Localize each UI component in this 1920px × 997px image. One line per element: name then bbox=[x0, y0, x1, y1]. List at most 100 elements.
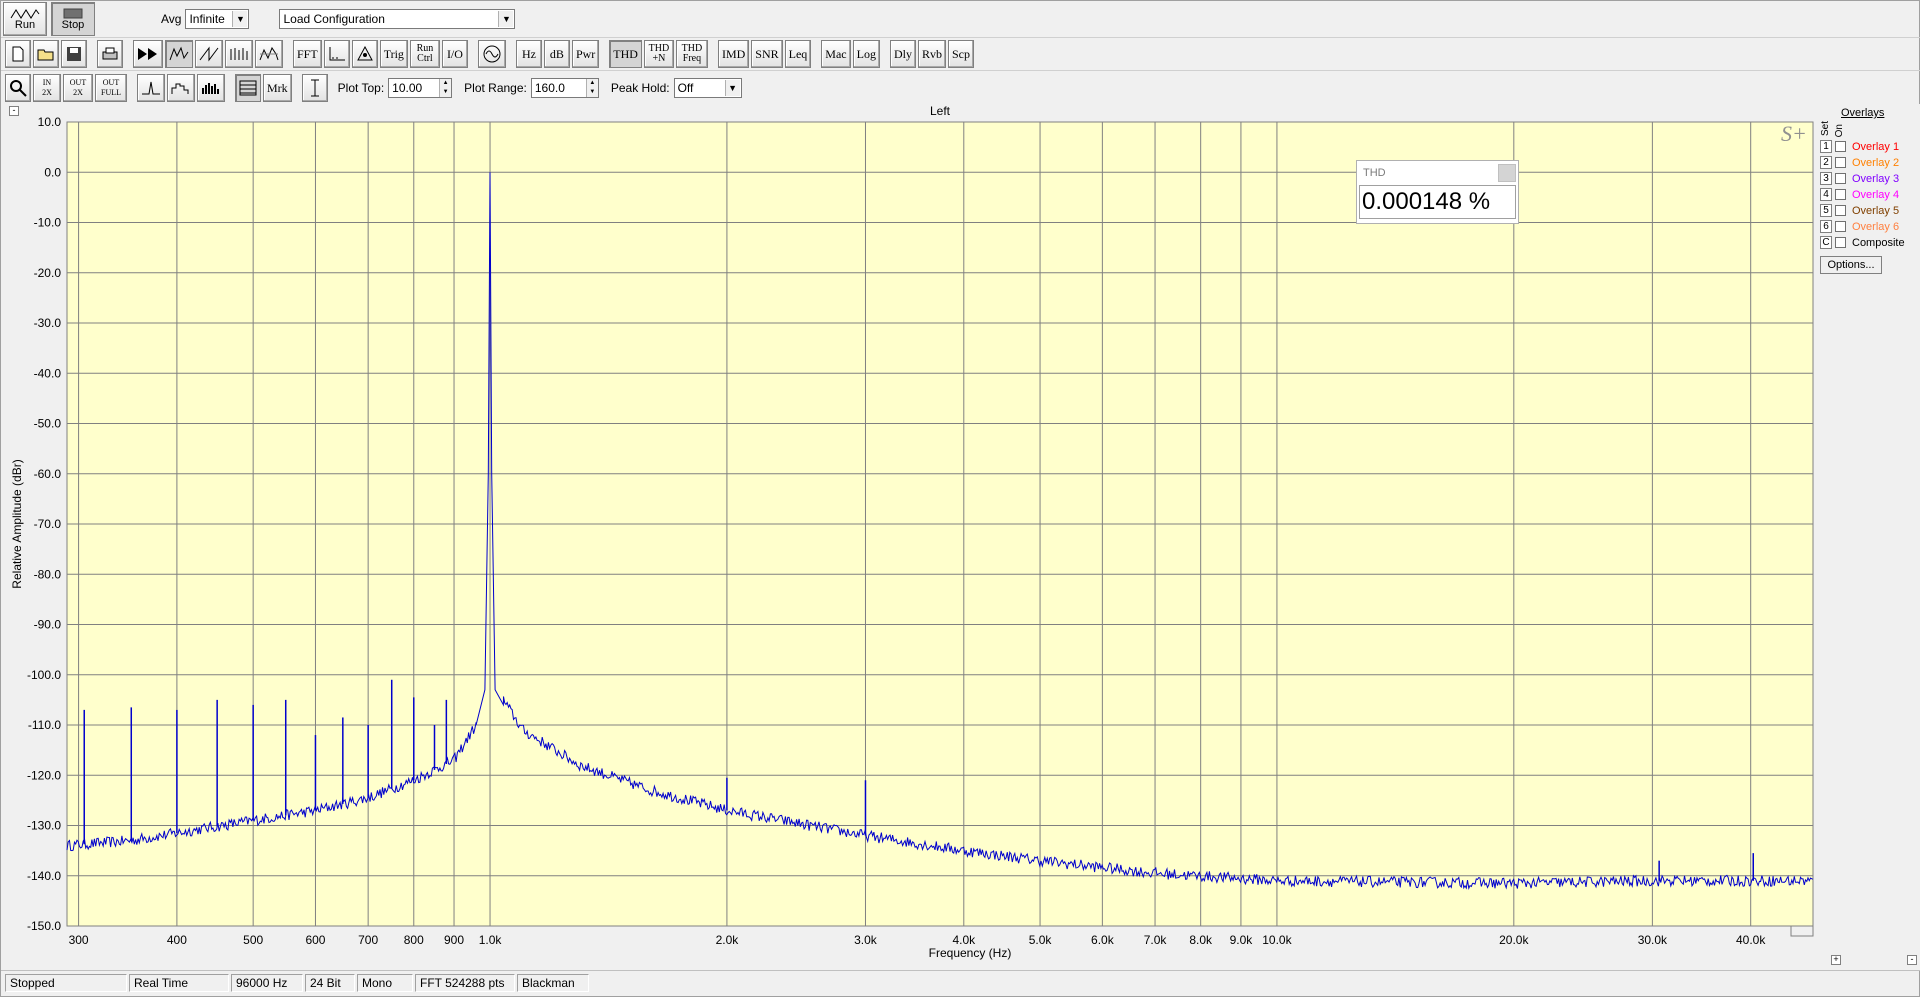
zoom-out-2x-button[interactable]: OUT 2X bbox=[63, 73, 93, 102]
fast-forward-icon bbox=[138, 48, 157, 60]
expand-icon[interactable]: + bbox=[1831, 955, 1841, 965]
options-button[interactable]: Options... bbox=[1820, 256, 1882, 274]
hz-label: Hz bbox=[521, 47, 536, 61]
view-toolbar: IN 2X OUT 2X OUT FULL Mrk Plot Top: 10.0… bbox=[1, 70, 1920, 104]
spectrum-plot[interactable]: 300 400 500 600 700 800 900 1.0k 2.0k 3.0k 4.0k 5.0… bbox=[1, 104, 1817, 970]
zoom-in-2x-button[interactable]: IN 2X bbox=[33, 73, 61, 102]
line-mode-button[interactable] bbox=[137, 73, 165, 102]
x-tick-label: 700 bbox=[358, 933, 378, 947]
peak-hold-label: Peak Hold: bbox=[610, 80, 670, 95]
thdn-button[interactable]: THD +N bbox=[643, 40, 674, 68]
x-tick-label: 7.0k bbox=[1144, 933, 1168, 947]
x-tick-label: 30.0k bbox=[1638, 933, 1668, 947]
status-bar: Stopped Real Time 96000 Hz 24 Bit Mono F… bbox=[1, 970, 1920, 994]
generator-button[interactable] bbox=[477, 40, 506, 68]
save-button[interactable] bbox=[61, 40, 87, 68]
app-window: Run Stop Avg Infinite ▼ Load Configurati… bbox=[0, 0, 1920, 997]
imd-button[interactable]: IMD bbox=[717, 40, 750, 68]
log-button[interactable]: Log bbox=[852, 40, 880, 68]
x-tick-label: 4.0k bbox=[952, 933, 976, 947]
overlay-label: Overlay 1 bbox=[1852, 140, 1900, 153]
plot-top-input[interactable]: 10.00 ▲ ▼ bbox=[388, 77, 453, 98]
zoom-button[interactable] bbox=[5, 73, 31, 102]
overlay-row: 4 Overlay 4 bbox=[1820, 187, 1899, 202]
run-button[interactable]: Run bbox=[3, 2, 47, 36]
overlay-label: Overlay 3 bbox=[1852, 172, 1900, 185]
x-tick-label: 40.0k bbox=[1736, 933, 1766, 947]
overlay-set-button[interactable]: 6 bbox=[1820, 220, 1832, 233]
overlay-set-button[interactable]: 2 bbox=[1820, 156, 1832, 169]
phase-mode-button[interactable] bbox=[225, 40, 253, 68]
io-button[interactable]: I/O bbox=[441, 40, 468, 68]
config-select[interactable]: Load Configuration ▼ bbox=[279, 9, 516, 29]
ramp-icon bbox=[199, 46, 219, 62]
close-icon[interactable] bbox=[1498, 164, 1516, 182]
printer-icon bbox=[102, 47, 118, 60]
status-fft: FFT 524288 pts bbox=[415, 973, 515, 992]
overlay-label: Overlay 4 bbox=[1852, 188, 1900, 201]
zoom-out-full-button[interactable]: OUT FULL bbox=[95, 73, 127, 102]
plot-panel: - Left 300 400 500 600 700 800 900 1.0k 2.0k 3.0k… bbox=[1, 104, 1920, 970]
fft-button[interactable]: FFT bbox=[293, 40, 322, 68]
overlay-checkbox[interactable] bbox=[1835, 173, 1846, 184]
spectrogram-button[interactable] bbox=[255, 40, 283, 68]
new-file-button[interactable] bbox=[5, 40, 31, 68]
overlay-checkbox[interactable] bbox=[1835, 237, 1846, 248]
status-rate: 96000 Hz bbox=[231, 973, 303, 992]
spinner-icon[interactable]: ▲ ▼ bbox=[439, 78, 452, 97]
marker-button[interactable]: Mrk bbox=[263, 73, 292, 102]
x-tick-label: 600 bbox=[305, 933, 325, 947]
spectrum-mode-button[interactable] bbox=[165, 40, 193, 68]
set-header: Set bbox=[1820, 121, 1831, 137]
overlay-label: Overlay 2 bbox=[1852, 156, 1900, 169]
fast-forward-button[interactable] bbox=[133, 40, 163, 68]
avg-select[interactable]: Infinite ▼ bbox=[185, 9, 250, 29]
spinner-icon[interactable]: ▲ ▼ bbox=[585, 78, 598, 97]
overlay-label: Overlay 6 bbox=[1852, 220, 1900, 233]
peak-hold-select[interactable]: Off ▼ bbox=[673, 77, 742, 98]
overlay-row: 5 Overlay 5 bbox=[1820, 203, 1899, 218]
overlay-set-button[interactable]: 5 bbox=[1820, 204, 1832, 217]
y-tick-label: -100.0 bbox=[27, 668, 61, 682]
overlay-checkbox[interactable] bbox=[1835, 141, 1846, 152]
leq-button[interactable]: Leq bbox=[784, 40, 812, 68]
overlay-checkbox[interactable] bbox=[1835, 189, 1846, 200]
db-button[interactable]: dB bbox=[543, 40, 570, 68]
overlay-set-button[interactable]: C bbox=[1820, 236, 1832, 249]
thd-freq-button[interactable]: THD Freq bbox=[675, 40, 708, 68]
octave-mode-button[interactable] bbox=[167, 73, 195, 102]
overlays-title[interactable]: Overlays bbox=[1841, 107, 1884, 119]
stop-button[interactable]: Stop bbox=[51, 2, 95, 36]
overlay-set-button[interactable]: 3 bbox=[1820, 172, 1832, 185]
y-tick-label: -150.0 bbox=[27, 919, 61, 933]
scp-button[interactable]: Scp bbox=[947, 40, 974, 68]
snr-button[interactable]: SNR bbox=[751, 40, 783, 68]
dly-button[interactable]: Dly bbox=[889, 40, 916, 68]
run-ctrl-button[interactable]: Run Ctrl bbox=[409, 40, 440, 68]
bar-mode-button[interactable] bbox=[197, 73, 225, 102]
thd-label: THD bbox=[613, 47, 638, 61]
axis-button[interactable] bbox=[323, 40, 350, 68]
pwr-button[interactable]: Pwr bbox=[571, 40, 600, 68]
grid-button[interactable] bbox=[235, 73, 261, 102]
hz-button[interactable]: Hz bbox=[515, 40, 542, 68]
run-ctrl-label: Run Ctrl bbox=[416, 43, 434, 64]
thd-button[interactable]: THD bbox=[609, 40, 642, 68]
overlay-set-button[interactable]: 1 bbox=[1820, 140, 1832, 153]
overlay-set-button[interactable]: 4 bbox=[1820, 188, 1832, 201]
open-file-button[interactable] bbox=[33, 40, 59, 68]
plot-range-input[interactable]: 160.0 ▲ ▼ bbox=[530, 77, 599, 98]
rvb-button[interactable]: Rvb bbox=[917, 40, 946, 68]
thd-readout-window[interactable]: THD 0.000148 % bbox=[1356, 160, 1519, 224]
overlay-checkbox[interactable] bbox=[1835, 221, 1846, 232]
calibrate-button[interactable] bbox=[351, 40, 378, 68]
print-button[interactable] bbox=[97, 40, 123, 68]
time-mode-button[interactable] bbox=[195, 40, 223, 68]
collapse-icon[interactable]: - bbox=[1907, 955, 1917, 965]
thd-freq-label: THD Freq bbox=[681, 43, 703, 64]
trig-button[interactable]: Trig bbox=[379, 40, 408, 68]
mac-button[interactable]: Mac bbox=[821, 40, 851, 68]
overlay-checkbox[interactable] bbox=[1835, 205, 1846, 216]
overlay-checkbox[interactable] bbox=[1835, 157, 1846, 168]
cursor-button[interactable] bbox=[301, 73, 328, 102]
